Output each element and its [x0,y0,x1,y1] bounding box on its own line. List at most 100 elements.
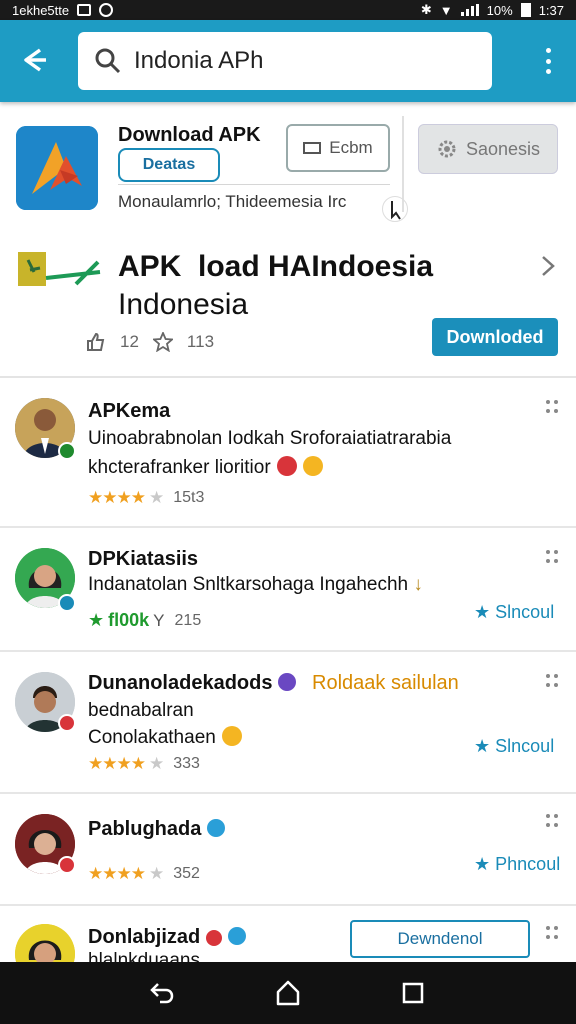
drag-handle-icon[interactable] [546,400,558,414]
item-name: DPKiatasiis [88,548,199,570]
item-description: hlalnkduaans [88,950,200,962]
search-input[interactable] [134,47,474,75]
more-vert-button[interactable] [536,44,560,78]
verified-badge [58,594,76,612]
back-icon [24,48,46,72]
system-nav-bar [0,962,576,1024]
rating: ★★★★ ★ 352 [88,864,200,884]
item-highlight: Roldaak sailulan [312,672,459,694]
item-description: bednabalran [88,700,194,721]
featured-subtitle: Monaulamrlo; Thideemesia Irc [118,192,347,211]
item-description-2: khcterafranker lioritior [88,456,323,479]
side-link[interactable]: ★ Slncoul [474,736,554,757]
star-icon: ★★★★ [88,864,146,883]
star-icon: ★ [148,754,164,773]
heart-icon [206,930,223,946]
search-icon [95,48,121,74]
rating: ★★★★ ★ 333 [88,754,200,774]
item-description: Indanatolan Snltkarsohaga Ingahechh ↓ [88,574,423,595]
list-item[interactable]: DPKiatasiis Indanatolan Snltkarsohaga In… [0,528,576,652]
emoji-icon [276,456,297,476]
back-button[interactable] [16,42,52,78]
rating-count: 215 [174,611,202,629]
verified-icon [228,927,247,945]
star-icon: ★★★★ [88,488,146,507]
rating-count: 15t3 [173,489,205,506]
stars-count: 113 [186,332,215,351]
drag-handle-icon[interactable] [546,550,558,564]
bluetooth-icon: ✱ [420,2,432,17]
emoji-icon [221,726,242,746]
nav-home-icon[interactable] [273,978,303,1008]
thumb-up-icon[interactable] [86,332,106,352]
verified-badge [58,442,76,460]
gallery-icon [77,4,92,16]
tag-button[interactable]: Deatas [118,148,220,182]
featured-headline: APK load HAIndoesia Indonesia [118,248,433,324]
settings-label: Saonesis [465,138,541,159]
battery-icon [520,3,531,17]
settings-button[interactable]: Saonesis [418,124,558,174]
emoji-icon [302,456,323,476]
stats-row: 12 113 [86,332,214,352]
download-button[interactable]: Downloded [432,318,558,356]
echo-button[interactable]: Ecbm [286,124,390,172]
list-item[interactable]: APKema Uinoabrabnolan Iodkah Sroforaiati… [0,378,576,528]
star-icon: ★ [88,610,105,630]
headline-line-2: Indonesia [118,288,249,321]
drag-handle-icon[interactable] [546,926,558,940]
star-icon[interactable] [152,332,173,352]
clock: 1:37 [538,2,564,18]
divider [118,184,390,185]
nav-back-icon[interactable] [148,978,178,1008]
search-box[interactable] [78,32,492,90]
item-description: Uinoabrabnolan Iodkah Sroforaiatiatrarab… [88,428,452,449]
side-link[interactable]: ★ Phncoul [474,854,560,875]
verified-badge [58,856,76,874]
list-item[interactable]: Dunanoladekadods Roldaak sailulan bednab… [0,652,576,794]
rating: ★ fl00k Y 215 [88,610,201,631]
list-item[interactable]: Pablughada ★★★★ ★ 352 ★ Phncoul [0,794,576,906]
side-link[interactable]: ★ Slncoul [474,602,554,623]
rating: ★★★★ ★ 15t3 [88,488,204,508]
mail-icon [303,142,322,154]
rating-count: 352 [173,865,200,882]
drag-handle-icon[interactable] [546,674,558,688]
status-bar: 1ekhe5tte ✱ ▼ 10% 1:37 [0,0,576,20]
featured-app-card: Download APK Deatas Ecbm Saonesis Monaul… [0,102,576,378]
star-icon: ★ [148,488,164,507]
headline-line-1: APK load HAIndoesia [118,250,434,283]
verified-badge [58,714,76,732]
verified-icon [207,819,226,837]
item-name: Dunanoladekadods Roldaak sailulan [88,672,459,694]
arrow-icon: ↓ [413,574,423,595]
banner-icon [18,252,101,286]
echo-label: Ecbm [329,138,373,157]
app-bar [0,20,576,102]
app-logo[interactable] [16,126,98,210]
list-item[interactable]: Donlabjizad hlalnkduaans Dewndenol [0,906,576,962]
star-icon: ★ [148,864,164,883]
download-button[interactable]: Dewndenol [350,920,530,958]
verified-icon [278,673,297,691]
item-name: APKema [88,400,171,422]
likes-count: 12 [120,332,139,351]
featured-title: Download APK [118,124,261,146]
wifi-icon: ▼ [439,2,453,18]
battery-percent: 10% [486,2,513,18]
star-icon: ★★★★ [88,754,146,773]
star-icon: ★ [474,602,491,622]
avatar [15,924,75,962]
drag-handle-icon[interactable] [546,814,558,828]
chevron-right-icon[interactable] [538,254,558,278]
nav-recents-icon[interactable] [398,978,428,1008]
star-icon: ★ [474,736,491,756]
item-description-2: Conolakathaen [88,726,242,749]
status-left-text: 1ekhe5tte [12,2,70,18]
green-label: fl00k [108,610,150,630]
green-suffix: Y [153,610,165,630]
rating-count: 333 [173,755,200,772]
sync-icon [99,3,114,17]
item-name: Donlabjizad [88,926,247,949]
star-icon: ★ [474,854,491,874]
